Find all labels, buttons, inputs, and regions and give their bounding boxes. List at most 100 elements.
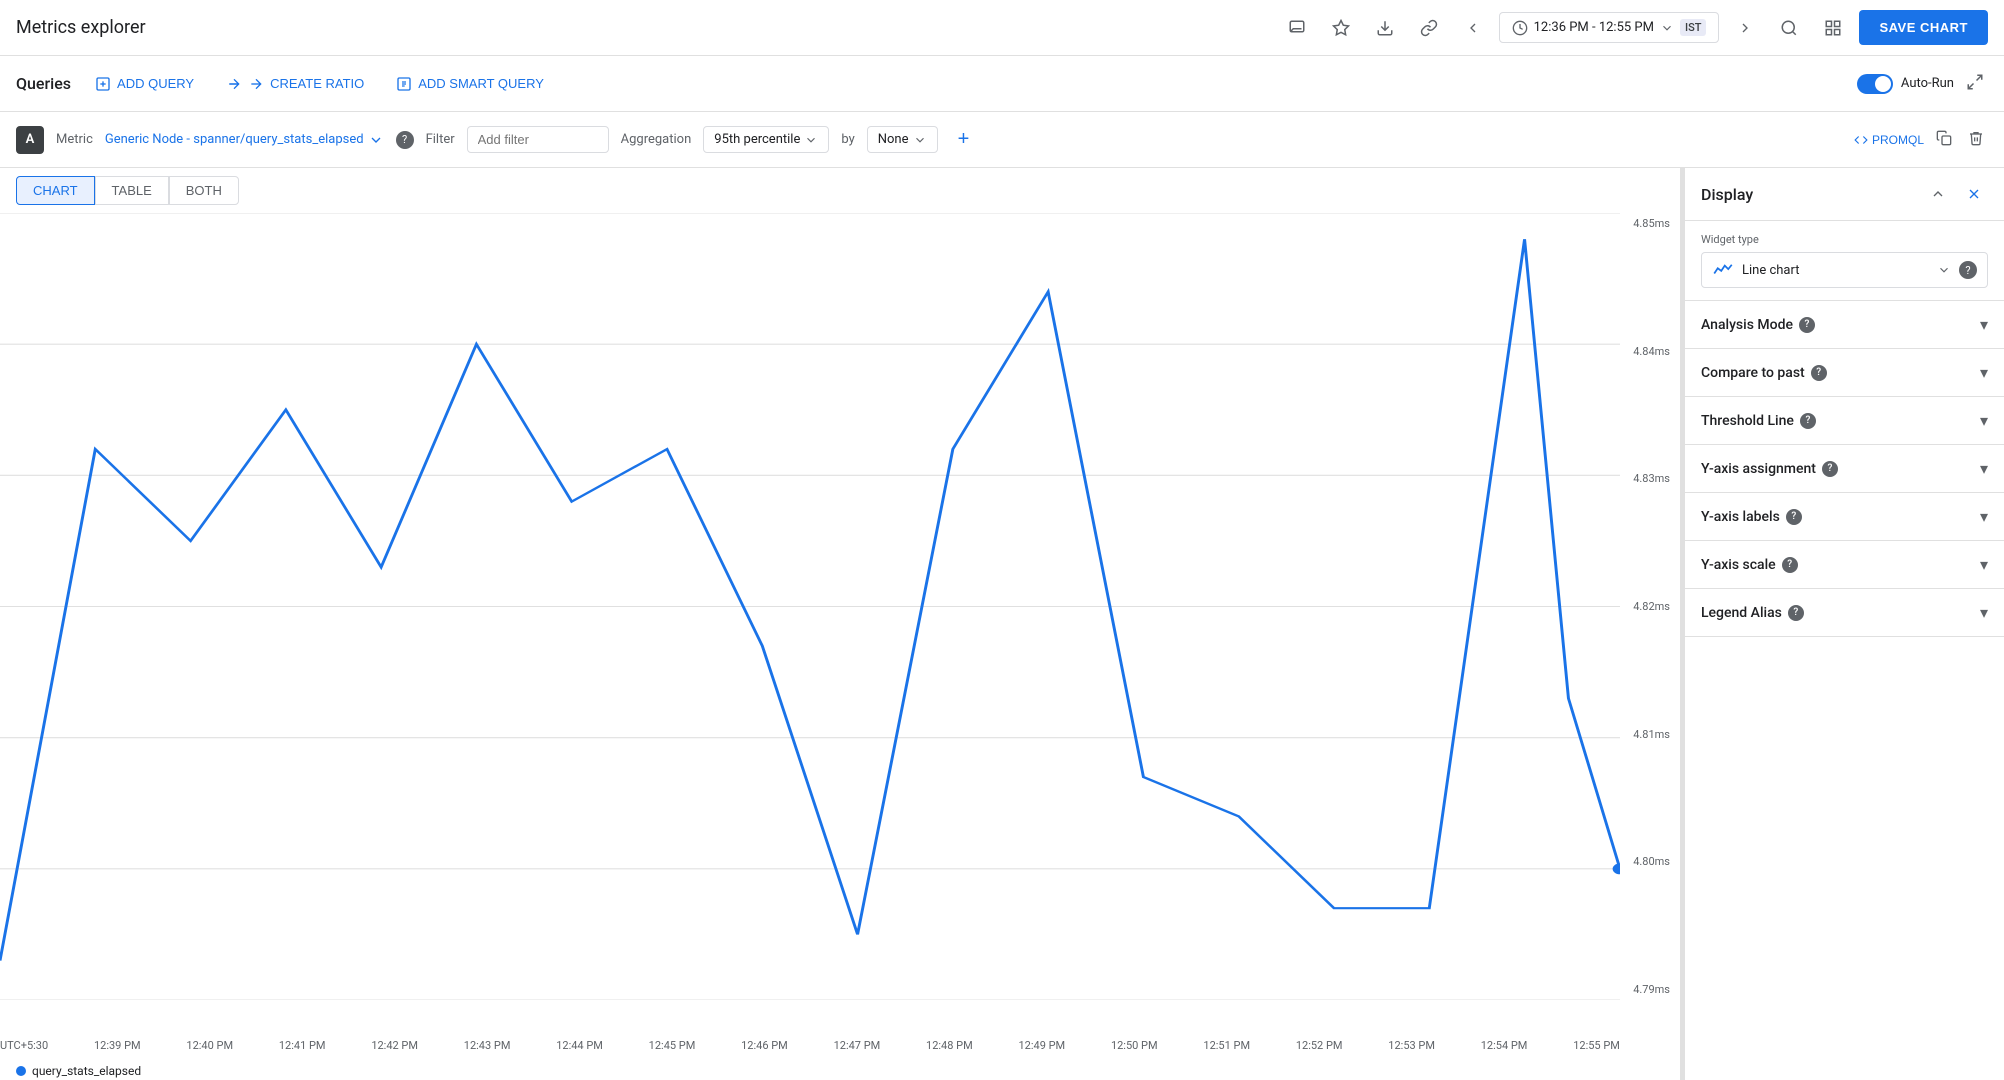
compare-to-past-left: Compare to past ?	[1701, 365, 1827, 381]
copy-metric-button[interactable]	[1932, 126, 1956, 153]
add-smart-query-button[interactable]: ADD SMART QUERY	[388, 70, 552, 98]
panel-header-icons	[1924, 180, 1988, 208]
widget-type-section: Widget type Line chart ?	[1685, 221, 2004, 301]
widget-type-selector[interactable]: Line chart ?	[1701, 252, 1988, 288]
none-selector[interactable]: None	[867, 126, 938, 153]
create-ratio-icon2	[248, 76, 264, 92]
line-chart-svg	[0, 213, 1620, 1000]
y-axis-assignment-left: Y-axis assignment ?	[1701, 461, 1838, 477]
y-axis-scale-help[interactable]: ?	[1782, 557, 1798, 573]
aggregation-value: 95th percentile	[714, 132, 800, 147]
analysis-mode-help[interactable]: ?	[1799, 317, 1815, 333]
nav-next-btn[interactable]	[1727, 10, 1763, 46]
chart-legend: query_stats_elapsed	[16, 1064, 141, 1078]
y-axis-assignment-section[interactable]: Y-axis assignment ? ▾	[1685, 445, 2004, 493]
x-label-1: 12:39 PM	[94, 1039, 141, 1052]
nav-arrows	[1455, 10, 1491, 46]
y-axis-scale-section[interactable]: Y-axis scale ? ▾	[1685, 541, 2004, 589]
search-icon-btn[interactable]	[1771, 10, 1807, 46]
y-label-5: 4.81ms	[1633, 728, 1670, 741]
queries-bar: Queries ADD QUERY CREATE RATIO ADD SMART…	[0, 56, 2004, 112]
add-smart-query-label: ADD SMART QUERY	[418, 76, 544, 91]
create-ratio-label: CREATE RATIO	[270, 76, 364, 91]
tab-chart[interactable]: CHART	[16, 176, 95, 205]
metric-value: Generic Node - spanner/query_stats_elaps…	[105, 132, 364, 147]
legend-alias-section[interactable]: Legend Alias ? ▾	[1685, 589, 2004, 637]
collapse-button[interactable]	[1962, 69, 1988, 98]
x-label-7: 12:45 PM	[649, 1039, 696, 1052]
line-chart-icon	[1712, 263, 1734, 277]
nav-prev-btn[interactable]	[1455, 10, 1491, 46]
filter-input[interactable]	[478, 132, 598, 147]
y-label-3: 4.83ms	[1633, 472, 1670, 485]
aggregation-label-text: Aggregation	[621, 132, 692, 147]
legend-alias-left: Legend Alias ?	[1701, 605, 1804, 621]
create-ratio-button[interactable]: CREATE RATIO	[218, 70, 372, 98]
x-label-3: 12:41 PM	[279, 1039, 326, 1052]
metric-help-icon[interactable]: ?	[396, 131, 414, 149]
y-axis-labels: 4.85ms 4.84ms 4.83ms 4.82ms 4.81ms 4.80m…	[1633, 213, 1670, 1000]
widget-type-text: Line chart	[1742, 263, 1937, 278]
y-axis-labels-section[interactable]: Y-axis labels ? ▾	[1685, 493, 2004, 541]
auto-run-toggle[interactable]	[1857, 74, 1893, 94]
x-label-14: 12:52 PM	[1296, 1039, 1343, 1052]
x-label-0: UTC+5:30	[0, 1039, 48, 1052]
analysis-mode-section[interactable]: Analysis Mode ? ▾	[1685, 301, 2004, 349]
x-label-13: 12:51 PM	[1203, 1039, 1250, 1052]
delete-metric-button[interactable]	[1964, 126, 1988, 153]
tab-table[interactable]: TABLE	[95, 176, 169, 205]
x-label-16: 12:54 PM	[1481, 1039, 1528, 1052]
x-label-6: 12:44 PM	[556, 1039, 603, 1052]
grid-icon-btn[interactable]	[1815, 10, 1851, 46]
y-axis-assignment-chevron: ▾	[1980, 459, 1988, 478]
y-label-7: 4.79ms	[1633, 983, 1670, 996]
header-actions: 12:36 PM - 12:55 PM IST SAVE CHART	[1279, 10, 1988, 46]
time-range-selector[interactable]: 12:36 PM - 12:55 PM IST	[1499, 12, 1720, 43]
y-axis-assignment-help[interactable]: ?	[1822, 461, 1838, 477]
tab-both[interactable]: BOTH	[169, 176, 239, 205]
compare-to-past-help[interactable]: ?	[1811, 365, 1827, 381]
threshold-line-left: Threshold Line ?	[1701, 413, 1816, 429]
link-icon-btn[interactable]	[1411, 10, 1447, 46]
threshold-line-section[interactable]: Threshold Line ? ▾	[1685, 397, 2004, 445]
download-icon-btn[interactable]	[1367, 10, 1403, 46]
widget-type-label: Widget type	[1701, 233, 1988, 246]
save-chart-button[interactable]: SAVE CHART	[1859, 10, 1988, 45]
chart-tabs: CHART TABLE BOTH	[0, 168, 1680, 213]
y-label-6: 4.80ms	[1633, 855, 1670, 868]
metric-label-text: Metric	[56, 132, 93, 147]
feedback-icon-btn[interactable]	[1279, 10, 1315, 46]
widget-help-icon[interactable]: ?	[1959, 261, 1977, 279]
legend-series: query_stats_elapsed	[32, 1064, 141, 1078]
y-label-1: 4.85ms	[1633, 217, 1670, 230]
promql-button[interactable]: PROMQL	[1854, 133, 1924, 147]
aggregation-selector[interactable]: 95th percentile	[703, 126, 829, 153]
by-label: by	[841, 132, 854, 147]
metric-badge: A	[16, 126, 44, 154]
y-axis-labels-left: Y-axis labels ?	[1701, 509, 1802, 525]
panel-collapse-icon-btn[interactable]	[1960, 180, 1988, 208]
x-label-4: 12:42 PM	[371, 1039, 418, 1052]
time-range-text: 12:36 PM - 12:55 PM	[1534, 20, 1654, 35]
panel-sort-icon-btn[interactable]	[1924, 180, 1952, 208]
y-axis-labels-help[interactable]: ?	[1786, 509, 1802, 525]
x-label-15: 12:53 PM	[1388, 1039, 1435, 1052]
legend-alias-chevron: ▾	[1980, 603, 1988, 622]
promql-label: PROMQL	[1872, 133, 1924, 147]
add-filter-button[interactable]: +	[950, 126, 978, 154]
compare-to-past-section[interactable]: Compare to past ? ▾	[1685, 349, 2004, 397]
threshold-line-label: Threshold Line	[1701, 413, 1794, 429]
chart-area: CHART TABLE BOTH 4.85ms 4.84ms 4.83ms 4.…	[0, 168, 1680, 1080]
bookmark-icon-btn[interactable]	[1323, 10, 1359, 46]
threshold-line-help[interactable]: ?	[1800, 413, 1816, 429]
legend-alias-help[interactable]: ?	[1788, 605, 1804, 621]
code-icon	[1854, 133, 1868, 147]
auto-run-area: Auto-Run	[1857, 69, 1988, 98]
metric-selector[interactable]: Generic Node - spanner/query_stats_elaps…	[105, 132, 384, 148]
add-query-button[interactable]: ADD QUERY	[87, 70, 202, 98]
x-label-12: 12:50 PM	[1111, 1039, 1158, 1052]
compare-to-past-label: Compare to past	[1701, 365, 1805, 381]
legend-alias-label: Legend Alias	[1701, 605, 1782, 621]
filter-box[interactable]	[467, 126, 609, 153]
auto-run-label: Auto-Run	[1901, 76, 1954, 91]
